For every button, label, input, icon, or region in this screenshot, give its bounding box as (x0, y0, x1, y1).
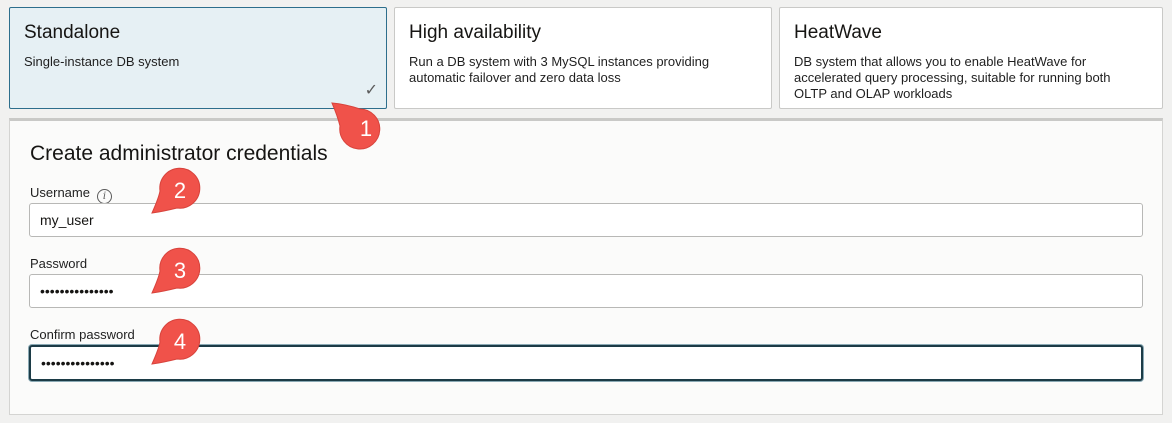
marker-number: 2 (174, 178, 186, 203)
option-standalone[interactable]: Standalone Single-instance DB system ✓ (9, 7, 387, 109)
marker-number: 1 (360, 116, 372, 141)
confirm-password-value: ••••••••••••••• (41, 355, 115, 371)
callout-marker-3: 3 (150, 240, 206, 296)
option-description: Single-instance DB system (24, 54, 180, 69)
callout-marker-4: 4 (150, 311, 206, 367)
username-label: Username i (30, 185, 112, 204)
info-icon[interactable]: i (96, 189, 112, 204)
username-label-text: Username (30, 185, 90, 200)
option-title: Standalone (24, 22, 121, 43)
callout-marker-2: 2 (150, 160, 206, 216)
username-value: my_user (40, 212, 94, 228)
option-description: DB system that allows you to enable Heat… (794, 54, 1111, 101)
callout-marker-1: 1 (330, 100, 386, 156)
option-high-availability[interactable]: High availability Run a DB system with 3… (394, 7, 772, 109)
option-heatwave[interactable]: HeatWave DB system that allows you to en… (779, 7, 1163, 109)
marker-number: 3 (174, 258, 186, 283)
checkmark-icon: ✓ (364, 82, 378, 99)
password-label: Password (30, 256, 88, 271)
password-value: ••••••••••••••• (40, 283, 114, 299)
marker-number: 4 (174, 329, 186, 354)
option-description: Run a DB system with 3 MySQL instances p… (409, 54, 710, 85)
option-title: HeatWave (794, 22, 882, 43)
option-title: High availability (409, 22, 542, 43)
confirm-password-label: Confirm password (30, 327, 135, 342)
